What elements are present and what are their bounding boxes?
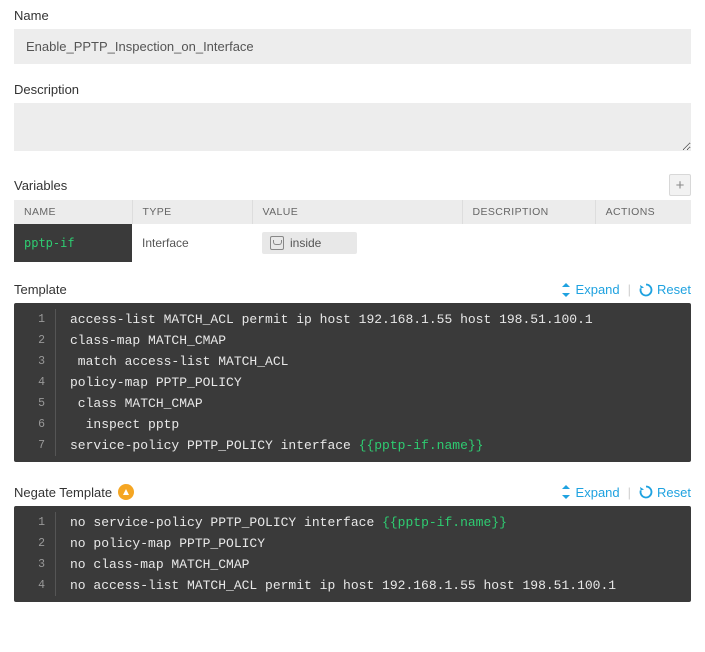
line-number: 2 xyxy=(14,533,56,554)
description-input[interactable] xyxy=(14,103,691,151)
expand-icon xyxy=(560,283,572,297)
col-name: NAME xyxy=(14,200,132,224)
name-input[interactable] xyxy=(14,29,691,64)
negate-expand-button[interactable]: Expand xyxy=(560,485,620,500)
name-label: Name xyxy=(14,8,691,23)
code-line: 5 class MATCH_CMAP xyxy=(14,393,691,414)
expand-label: Expand xyxy=(576,282,620,297)
negate-template-label: Negate Template xyxy=(14,485,112,500)
interface-icon xyxy=(270,236,284,250)
var-value-cell: inside xyxy=(252,224,462,262)
code-content: inspect pptp xyxy=(56,414,179,435)
negate-reset-button[interactable]: Reset xyxy=(639,485,691,500)
code-content: no service-policy PPTP_POLICY interface … xyxy=(56,512,507,533)
line-number: 4 xyxy=(14,372,56,393)
code-line: 4no access-list MATCH_ACL permit ip host… xyxy=(14,575,691,596)
expand-icon xyxy=(560,485,572,499)
reset-label: Reset xyxy=(657,282,691,297)
code-content: match access-list MATCH_ACL xyxy=(56,351,288,372)
code-content: no class-map MATCH_CMAP xyxy=(56,554,249,575)
action-divider: | xyxy=(628,282,631,297)
var-desc-cell xyxy=(462,224,595,262)
action-divider: | xyxy=(628,485,631,500)
col-value: VALUE xyxy=(252,200,462,224)
line-number: 6 xyxy=(14,414,56,435)
reset-label: Reset xyxy=(657,485,691,500)
code-line: 1no service-policy PPTP_POLICY interface… xyxy=(14,512,691,533)
reset-icon xyxy=(639,485,653,499)
code-line: 6 inspect pptp xyxy=(14,414,691,435)
template-reset-button[interactable]: Reset xyxy=(639,282,691,297)
code-line: 4policy-map PPTP_POLICY xyxy=(14,372,691,393)
template-expand-button[interactable]: Expand xyxy=(560,282,620,297)
code-content: no policy-map PPTP_POLICY xyxy=(56,533,265,554)
chip-text: inside xyxy=(290,236,321,250)
expand-label: Expand xyxy=(576,485,620,500)
code-content: service-policy PPTP_POLICY interface {{p… xyxy=(56,435,483,456)
reset-icon xyxy=(639,283,653,297)
variables-label: Variables xyxy=(14,178,67,193)
description-label: Description xyxy=(14,82,691,97)
table-row[interactable]: pptp-if Interface inside xyxy=(14,224,691,262)
line-number: 1 xyxy=(14,512,56,533)
col-description: DESCRIPTION xyxy=(462,200,595,224)
code-content: no access-list MATCH_ACL permit ip host … xyxy=(56,575,616,596)
col-actions: ACTIONS xyxy=(595,200,691,224)
code-content: policy-map PPTP_POLICY xyxy=(56,372,242,393)
var-actions-cell xyxy=(595,224,691,262)
variables-table: NAME TYPE VALUE DESCRIPTION ACTIONS pptp… xyxy=(14,200,691,262)
var-type-cell: Interface xyxy=(132,224,252,262)
template-editor[interactable]: 1access-list MATCH_ACL permit ip host 19… xyxy=(14,303,691,462)
code-line: 7service-policy PPTP_POLICY interface {{… xyxy=(14,435,691,456)
template-label: Template xyxy=(14,282,67,297)
code-content: access-list MATCH_ACL permit ip host 192… xyxy=(56,309,593,330)
var-name-cell: pptp-if xyxy=(14,224,132,262)
code-content: class MATCH_CMAP xyxy=(56,393,203,414)
code-line: 1access-list MATCH_ACL permit ip host 19… xyxy=(14,309,691,330)
line-number: 5 xyxy=(14,393,56,414)
value-chip[interactable]: inside xyxy=(262,232,357,254)
warning-icon xyxy=(118,484,134,500)
code-content: class-map MATCH_CMAP xyxy=(56,330,226,351)
plus-icon: + xyxy=(676,177,685,194)
line-number: 3 xyxy=(14,554,56,575)
code-line: 3no class-map MATCH_CMAP xyxy=(14,554,691,575)
code-line: 2class-map MATCH_CMAP xyxy=(14,330,691,351)
col-type: TYPE xyxy=(132,200,252,224)
line-number: 4 xyxy=(14,575,56,596)
line-number: 7 xyxy=(14,435,56,456)
line-number: 1 xyxy=(14,309,56,330)
line-number: 2 xyxy=(14,330,56,351)
code-line: 2no policy-map PPTP_POLICY xyxy=(14,533,691,554)
code-line: 3 match access-list MATCH_ACL xyxy=(14,351,691,372)
negate-editor[interactable]: 1no service-policy PPTP_POLICY interface… xyxy=(14,506,691,602)
add-variable-button[interactable]: + xyxy=(669,174,691,196)
line-number: 3 xyxy=(14,351,56,372)
